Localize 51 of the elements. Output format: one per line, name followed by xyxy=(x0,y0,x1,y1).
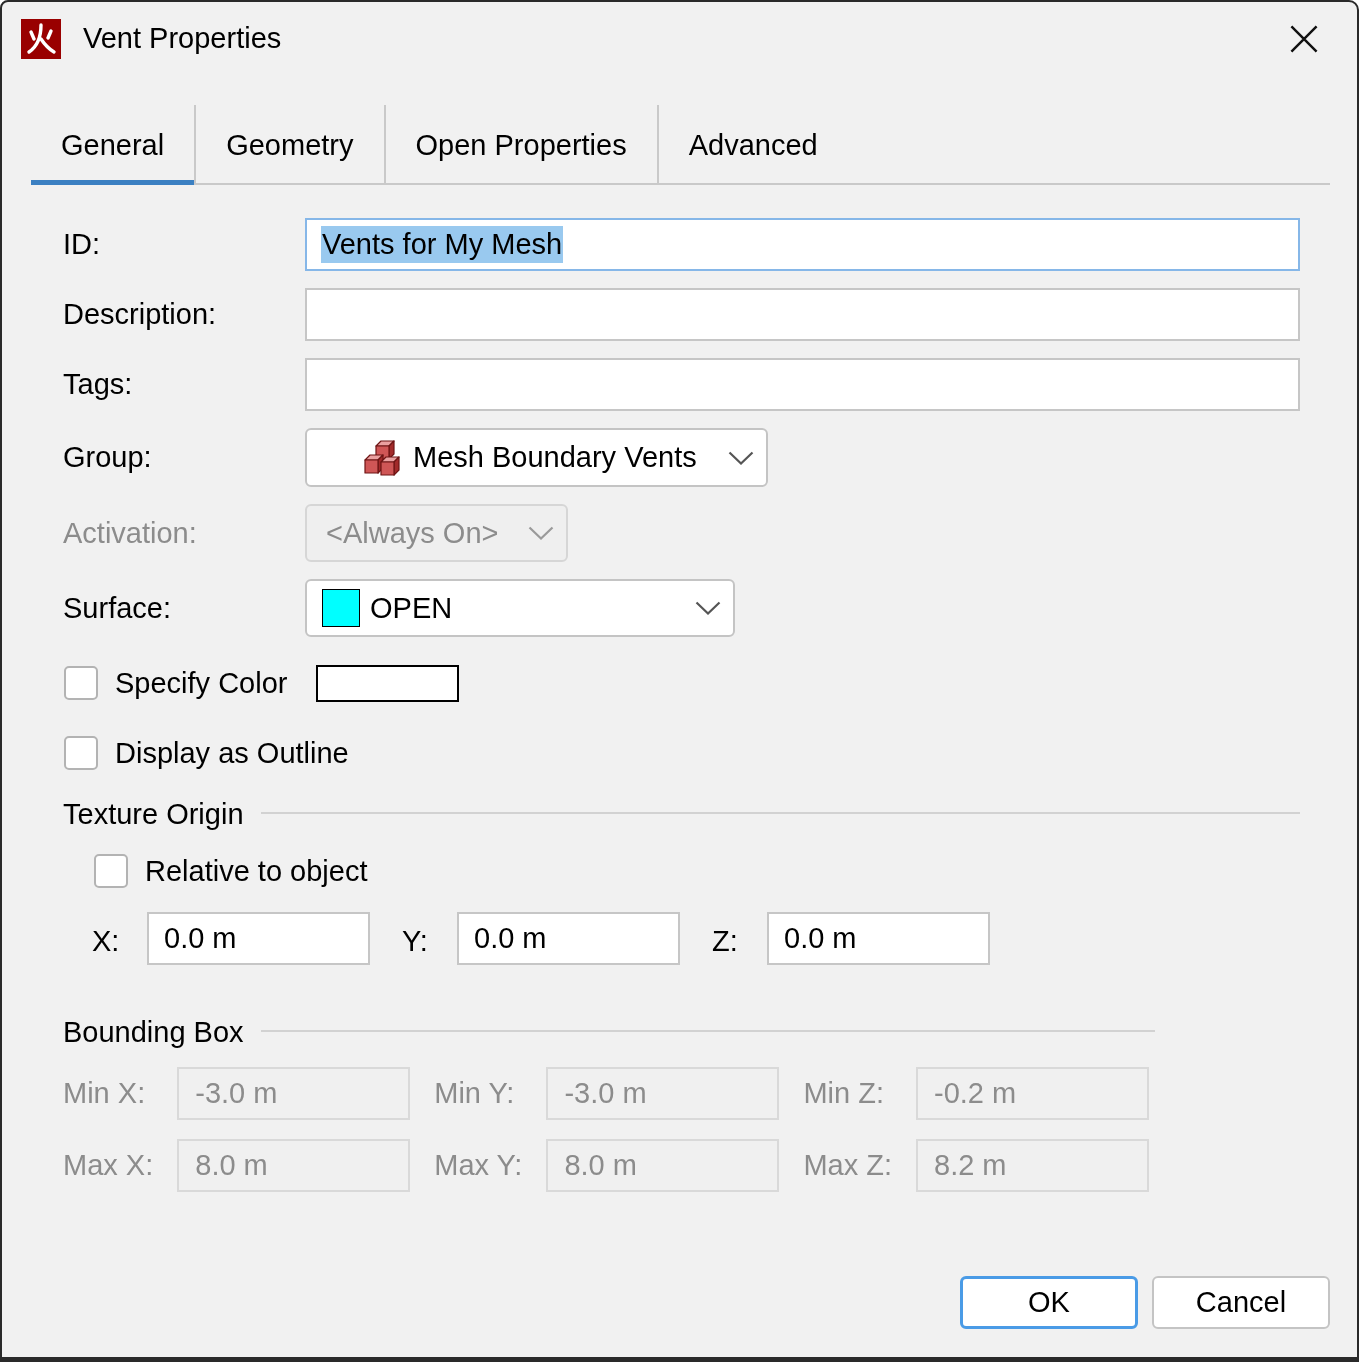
field-label: Min X: xyxy=(63,1077,147,1110)
section-title: Bounding Box xyxy=(63,1015,244,1049)
chevron-icon xyxy=(728,450,754,465)
text-field[interactable]: Vents for My Mesh xyxy=(305,218,1300,271)
field-label: Tags: xyxy=(63,368,133,401)
dialog-button[interactable]: Cancel xyxy=(1152,1276,1330,1329)
chevron-icon xyxy=(695,601,721,615)
checkbox-label[interactable]: Relative to object xyxy=(145,854,368,888)
color-well[interactable] xyxy=(316,664,460,702)
field-label: Max X: xyxy=(63,1149,154,1182)
checkbox[interactable] xyxy=(64,736,98,770)
checkbox-label[interactable]: Specify Color xyxy=(115,666,288,700)
tab[interactable]: Open Properties xyxy=(383,105,657,185)
text-field: -0.2 m xyxy=(916,1067,1149,1120)
window-title: Vent Properties xyxy=(83,22,282,55)
dropdown[interactable]: Mesh Boundary Vents xyxy=(305,428,768,487)
field-label: Min Y: xyxy=(434,1077,516,1110)
field-label: Z: xyxy=(712,924,739,958)
checkbox[interactable] xyxy=(94,854,128,888)
text-field: 8.0 m xyxy=(546,1139,780,1192)
tab[interactable]: Advanced xyxy=(656,105,848,185)
text-field[interactable]: 0.0 m xyxy=(767,912,990,965)
field-label: Description: xyxy=(63,298,217,331)
tab[interactable]: General xyxy=(31,105,195,185)
field-label: Surface: xyxy=(63,591,171,625)
checkbox-label[interactable]: Display as Outline xyxy=(115,736,349,770)
dropdown[interactable]: OPEN xyxy=(305,579,735,637)
text-field[interactable]: 0.0 m xyxy=(457,912,680,965)
cubes-icon xyxy=(363,439,401,476)
field-label: Y: xyxy=(402,924,429,958)
text-field[interactable] xyxy=(305,358,1300,411)
field-label: Min Z: xyxy=(803,1077,885,1110)
chevron-icon xyxy=(528,526,554,540)
dialog-button[interactable]: OK xyxy=(960,1276,1138,1329)
text-field: -3.0 m xyxy=(546,1067,780,1120)
text-field[interactable]: 0.0 m xyxy=(147,912,370,965)
field-label: X: xyxy=(92,924,121,958)
app-logo-icon xyxy=(21,18,61,59)
field-label: Group: xyxy=(63,441,152,474)
text-field: 8.2 m xyxy=(916,1139,1149,1192)
text-field: 8.0 m xyxy=(177,1139,411,1192)
text-field: -3.0 m xyxy=(177,1067,411,1120)
field-label: Activation: xyxy=(63,516,197,550)
field-label: ID: xyxy=(63,228,101,261)
text-field[interactable] xyxy=(305,288,1300,341)
field-label: Max Z: xyxy=(803,1149,892,1182)
checkbox[interactable] xyxy=(64,666,98,700)
tab[interactable]: Geometry xyxy=(194,105,384,185)
section-title: Texture Origin xyxy=(63,797,244,831)
close-icon xyxy=(1290,24,1318,53)
field-label: Max Y: xyxy=(434,1149,523,1182)
